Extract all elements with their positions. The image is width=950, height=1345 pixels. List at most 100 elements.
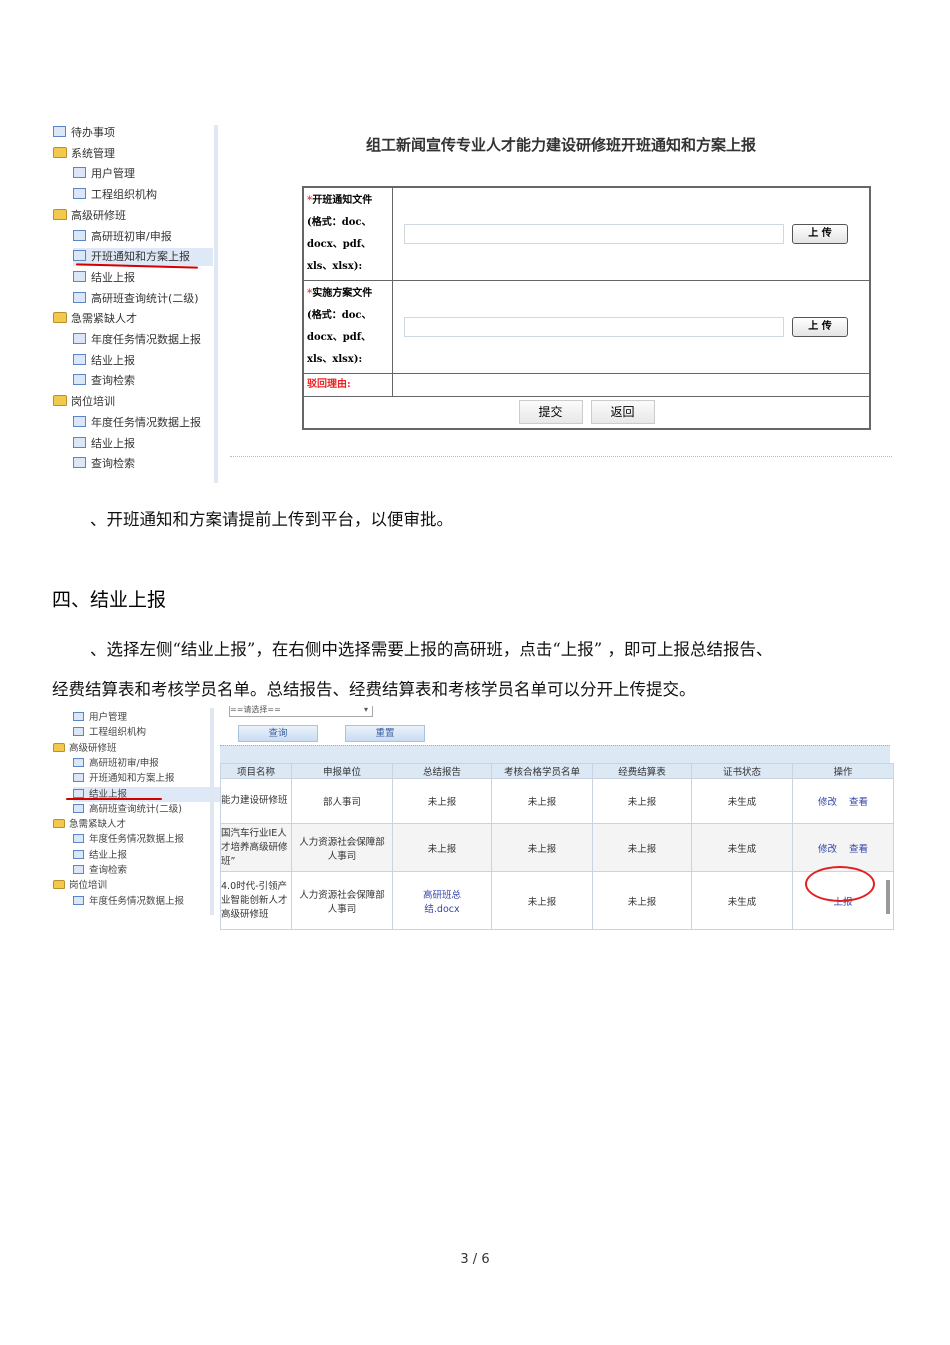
table-icon: [53, 126, 66, 137]
sidebar-item[interactable]: 年度任务情况数据上报: [73, 894, 184, 909]
format-hint: docx、pdf、: [307, 332, 371, 343]
sidebar-item[interactable]: 急需紧缺人才: [53, 310, 137, 328]
folder-icon: [53, 146, 67, 158]
sidebar-item[interactable]: 开班通知和方案上报: [73, 771, 175, 786]
sidebar-item[interactable]: 工程组织机构: [73, 186, 157, 204]
sidebar-item[interactable]: 高级研修班: [53, 207, 126, 225]
project-name: 能力建设研修班: [220, 778, 292, 824]
folder-icon: [53, 819, 65, 829]
sidebar-item-label: 用户管理: [89, 712, 128, 723]
sidebar-item-label: 高研班查询统计(二级): [91, 291, 199, 305]
sidebar-item[interactable]: 急需紧缺人才: [53, 817, 126, 832]
column-header: 经费结算表: [592, 763, 692, 779]
sidebar-item-label: 用户管理: [91, 167, 135, 181]
paragraph: 、选择左侧“结业上报”，在右侧中选择需要上报的高研班，点击“上报” ，即可上报总…: [90, 640, 773, 659]
sidebar-item-label: 结业上报: [91, 436, 135, 450]
table-icon: [73, 457, 86, 469]
table-icon: [73, 167, 86, 179]
sidebar-item[interactable]: 用户管理: [73, 165, 135, 183]
unit: 部人事司: [291, 778, 393, 824]
fee-status: 未上报: [592, 778, 692, 824]
sidebar-item[interactable]: 高研班查询统计(二级): [73, 290, 199, 308]
action-link[interactable]: 查看: [849, 797, 868, 808]
sidebar-item-label: 岗位培训: [69, 880, 108, 892]
sidebar-item-label: 结业上报: [89, 849, 128, 861]
sidebar-item[interactable]: 查询检索: [73, 372, 135, 390]
sidebar-item[interactable]: 用户管理: [73, 710, 127, 725]
sidebar-item[interactable]: 岗位培训: [53, 878, 107, 893]
notice-file-input[interactable]: [404, 224, 784, 244]
plan-file-input[interactable]: [404, 317, 784, 337]
reset-button[interactable]: 重置: [345, 725, 425, 742]
table-icon: [73, 333, 86, 344]
sidebar-item-label: 年度任务情况数据上报: [89, 834, 185, 846]
sidebar-item[interactable]: 年度任务情况数据上报: [73, 331, 201, 349]
sidebar-item[interactable]: 查询检索: [73, 455, 135, 473]
upload-button[interactable]: 上 传: [792, 317, 848, 337]
sidebar-item[interactable]: 结业上报: [73, 435, 135, 453]
column-header: 项目名称: [220, 763, 292, 779]
field-label: 开班通知文件: [312, 195, 373, 206]
sidebar-item-label: 系统管理: [71, 146, 115, 160]
sidebar-item-label: 高研班初审/申报: [89, 757, 159, 769]
action-link[interactable]: 查看: [849, 844, 868, 855]
sidebar-item[interactable]: 结业上报: [73, 848, 127, 863]
project-name: 国汽车行业IE人才培养高级研修班”: [220, 823, 292, 872]
sidebar-item[interactable]: 高研班初审/申报: [73, 228, 172, 246]
unit: 人力资源社会保障部人事司: [291, 871, 393, 930]
sidebar-item-label: 急需紧缺人才: [71, 312, 137, 326]
table-icon: [73, 727, 84, 737]
table-icon: [73, 712, 84, 721]
class-select[interactable]: ==请选择== ▾: [229, 706, 373, 717]
format-hint: xls、xlsx):: [307, 354, 363, 365]
table-icon: [73, 803, 84, 813]
sidebar-item[interactable]: 高研班查询统计(二级): [73, 802, 182, 817]
sidebar-divider: [210, 708, 214, 915]
query-button[interactable]: 查询: [238, 725, 318, 742]
sidebar-item[interactable]: 结业上报: [73, 269, 135, 287]
sidebar-item[interactable]: 系统管理: [53, 145, 115, 163]
reject-reason-label: 驳回理由:: [302, 373, 393, 397]
action-link[interactable]: 修改: [818, 844, 837, 855]
table-icon: [73, 353, 86, 365]
upload-form: *开班通知文件 (格式：doc、 docx、pdf、 xls、xlsx): 上 传 …: [302, 186, 871, 430]
divider: [230, 456, 892, 457]
folder-icon: [53, 395, 67, 407]
report-status: 未上报: [427, 843, 457, 855]
sidebar-item[interactable]: 结业上报: [73, 352, 135, 370]
sidebar-item[interactable]: 岗位培训: [53, 393, 115, 411]
action-link[interactable]: 修改: [818, 797, 837, 808]
paragraph: 、开班通知和方案请提前上传到平台，以便审批。: [90, 510, 453, 529]
table-icon: [73, 188, 86, 200]
upload-button[interactable]: 上 传: [792, 224, 848, 244]
submit-button[interactable]: 提交: [518, 400, 583, 425]
sidebar-item-label: 开班通知和方案上报: [89, 773, 175, 785]
sidebar-item-label: 年度任务情况数据上报: [89, 895, 185, 907]
report-file-link[interactable]: 高研班总结.docx: [423, 890, 461, 915]
page-title: 组工新闻宣传专业人才能力建设研修班开班通知和方案上报: [366, 136, 757, 154]
sidebar-item[interactable]: 查询检索: [73, 863, 127, 878]
sidebar-item[interactable]: 年度任务情况数据上报: [73, 414, 201, 432]
red-circle-annotation: [805, 866, 875, 902]
table-icon: [73, 865, 84, 874]
format-hint: docx、pdf、: [307, 239, 371, 250]
sidebar-item[interactable]: 高研班初审/申报: [73, 756, 159, 771]
folder-icon: [53, 742, 65, 752]
scrollbar[interactable]: [886, 880, 890, 914]
column-header: 总结报告: [392, 763, 492, 779]
sidebar-item-label: 查询检索: [91, 457, 135, 471]
reject-reason-value: [392, 373, 871, 397]
format-hint: (格式：doc、: [307, 310, 372, 321]
table-icon: [73, 374, 86, 386]
section-heading: 四、结业上报: [52, 589, 167, 611]
sidebar-item[interactable]: 高级研修班: [53, 741, 117, 756]
report-status: 未上报: [427, 797, 457, 808]
back-button[interactable]: 返回: [590, 400, 655, 425]
format-hint: xls、xlsx):: [307, 261, 363, 272]
sidebar-item[interactable]: 年度任务情况数据上报: [73, 832, 184, 847]
sidebar-item[interactable]: 待办事项: [53, 124, 115, 142]
unit: 人力资源社会保障部人事司: [291, 823, 393, 872]
column-header: 证书状态: [691, 763, 793, 779]
cert-status: 未生成: [691, 778, 793, 824]
sidebar-item[interactable]: 工程组织机构: [73, 725, 146, 740]
